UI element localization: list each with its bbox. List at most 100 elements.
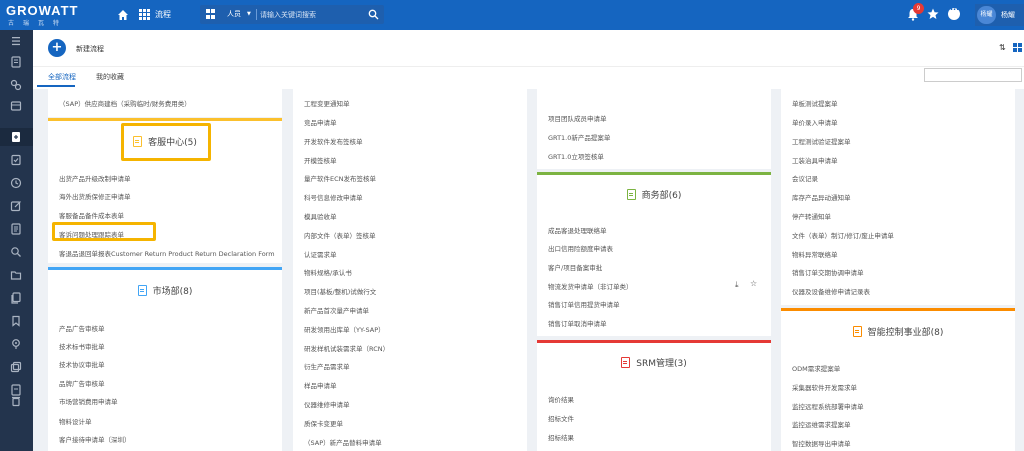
list-item[interactable]: 海外出货质保修正申请单 xyxy=(59,191,131,201)
avatar[interactable]: 杨耀 xyxy=(977,6,996,24)
list-item[interactable]: 监控运维需求提案单 xyxy=(792,419,851,429)
list-item[interactable]: 开发软件发布签核单 xyxy=(304,136,363,146)
list-item[interactable]: 智控数据导出申请单 xyxy=(792,438,851,448)
grid-view-icon[interactable] xyxy=(1013,43,1022,52)
flow-icon[interactable] xyxy=(10,79,22,91)
list-item[interactable]: 量产软件ECN发布签核单 xyxy=(304,173,376,183)
list-item[interactable]: 物料异常联络单 xyxy=(792,249,838,259)
star-icon[interactable] xyxy=(927,8,939,20)
list-item[interactable]: 科号信息修改申请单 xyxy=(304,192,363,202)
chat-icon[interactable] xyxy=(948,5,960,20)
list-item[interactable]: 仪器维修申请单 xyxy=(304,399,350,409)
list-item[interactable]: 销售订单交期协调申请单 xyxy=(792,267,864,277)
list-item[interactable]: 认证需求单 xyxy=(304,249,337,259)
column-3: 项目团队成员申请单 GRT1.0新产品提案单 GRT1.0立项签核单 商务部(6… xyxy=(537,89,771,451)
list-item[interactable]: 出口信用险额度申请表 xyxy=(548,243,613,253)
download-icon[interactable]: ⤓ xyxy=(735,280,744,289)
list-item[interactable]: 客户/项目备案审批 xyxy=(548,262,602,272)
list-item[interactable]: 仪器及设备维修申请记录表 xyxy=(792,286,870,296)
list-item[interactable]: 出货产品升级改制申请单 xyxy=(59,173,131,183)
list-item[interactable]: 招标文件 xyxy=(548,413,574,423)
list-item[interactable]: 研发样机试装需求单（RCN） xyxy=(304,343,389,353)
home-icon[interactable] xyxy=(117,9,129,21)
tab-my-favorites[interactable]: 我的收藏 xyxy=(96,72,124,82)
search-icon[interactable] xyxy=(368,9,379,20)
list-item[interactable]: （SAP）供应商建档（采购临时/财务费用类） xyxy=(59,98,191,108)
list-item[interactable]: GRT1.0立项签核单 xyxy=(548,151,604,161)
list-item[interactable]: 销售订单取消申请单 xyxy=(548,318,607,328)
chevron-down-icon[interactable]: ▼ xyxy=(247,11,251,17)
list-item[interactable]: 会议记录 xyxy=(792,173,818,183)
location-icon[interactable] xyxy=(10,338,22,350)
filter-input[interactable] xyxy=(924,68,1022,82)
bookmark-icon[interactable] xyxy=(10,315,22,327)
list-item[interactable]: 物流发货申请单（非订单类） xyxy=(548,281,633,291)
new-process-icon[interactable] xyxy=(10,131,22,143)
list-item[interactable]: 物料设计单 xyxy=(59,416,92,426)
menu-icon[interactable] xyxy=(10,35,22,47)
list-item[interactable]: 衍生产品需求单 xyxy=(304,361,350,371)
list-item[interactable]: 市场营销费用申请单 xyxy=(59,396,118,406)
search-input[interactable] xyxy=(260,7,360,22)
list-item[interactable]: （SAP）新产品替料申请单 xyxy=(304,437,382,447)
edit-icon[interactable] xyxy=(10,200,22,212)
user-name[interactable]: 杨耀 xyxy=(1001,10,1015,20)
favorite-star-icon[interactable]: ☆ xyxy=(750,279,759,288)
list-item[interactable]: 项目(基板/整机)试做行文 xyxy=(304,286,376,296)
list-item[interactable]: GRT1.0新产品提案单 xyxy=(548,132,610,142)
list-item[interactable]: 竞品申请单 xyxy=(304,117,337,127)
list-item[interactable]: 销售订单信用提货申请单 xyxy=(548,299,620,309)
scrollbar[interactable] xyxy=(1018,89,1024,451)
list-item[interactable]: 模具验收单 xyxy=(304,211,337,221)
list-item[interactable]: 客退品退回单报表Customer Return Product Return D… xyxy=(59,248,275,258)
list-item[interactable]: ODM需求提案单 xyxy=(792,363,840,373)
nav-current-module[interactable]: 流程 xyxy=(155,9,171,20)
list-item[interactable]: 质保卡变更单 xyxy=(304,418,343,428)
sort-icon[interactable]: ⇅ xyxy=(999,43,1006,52)
list-item[interactable]: 项目团队成员申请单 xyxy=(548,113,607,123)
list-item[interactable]: 单价录入申请单 xyxy=(792,117,838,127)
highlight-box xyxy=(121,123,211,161)
list-item[interactable]: 监控远程系统部署申请单 xyxy=(792,401,864,411)
list-item[interactable]: 工程测试验证提案单 xyxy=(792,136,851,146)
list-item[interactable]: 技术协议审批单 xyxy=(59,359,105,369)
copy-icon[interactable] xyxy=(10,361,22,373)
list-item[interactable]: 停产转通知单 xyxy=(792,211,831,221)
archive-icon[interactable] xyxy=(10,100,22,112)
search-scope-select[interactable]: 人员 xyxy=(227,9,241,19)
clock-icon[interactable] xyxy=(10,177,22,189)
folder-icon[interactable] xyxy=(10,269,22,281)
list-item[interactable]: 新产品首次量产申请单 xyxy=(304,305,369,315)
list-item[interactable]: 招标结果 xyxy=(548,432,574,442)
search-doc-icon[interactable] xyxy=(10,246,22,258)
list-item[interactable]: 研发领用出库单（YY-SAP） xyxy=(304,324,385,334)
list-item[interactable]: 技术标书审批单 xyxy=(59,341,105,351)
list-item[interactable]: 客服备品备件成本表单 xyxy=(59,210,124,220)
trash-icon[interactable] xyxy=(10,395,22,407)
list-item[interactable]: 工程变更通知单 xyxy=(304,98,350,108)
list-item[interactable]: 品牌广告审核单 xyxy=(59,378,105,388)
app-grid-icon[interactable] xyxy=(139,9,150,20)
list-item[interactable]: 样品申请单 xyxy=(304,380,337,390)
list-item[interactable]: 文件（表单）制订/修订/废止申请单 xyxy=(792,230,894,240)
document-icon xyxy=(852,326,862,337)
tab-all-processes[interactable]: 全部流程 xyxy=(48,72,76,82)
report-icon[interactable] xyxy=(10,223,22,235)
list-item[interactable]: 内部文件（表单）签核单 xyxy=(304,230,376,240)
document-list-icon[interactable] xyxy=(10,56,22,68)
list-item[interactable]: 物料规格/承认书 xyxy=(304,267,352,277)
list-item[interactable]: 客户接待申请单（深圳） xyxy=(59,434,131,444)
growatt-logo[interactable]: GROWATT 古瑞瓦特 xyxy=(4,3,108,27)
list-item[interactable]: 开模签核单 xyxy=(304,155,337,165)
list-item[interactable]: 单板测试提案单 xyxy=(792,98,838,108)
list-item[interactable]: 库存产品异动通知单 xyxy=(792,192,851,202)
list-item[interactable]: 产品广告审核单 xyxy=(59,323,105,333)
file-stack-icon[interactable] xyxy=(10,292,22,304)
list-item[interactable]: 采集器软件开发需求单 xyxy=(792,382,857,392)
list-item[interactable]: 询价结果 xyxy=(548,394,574,404)
list-item[interactable]: 成品客退处理联络单 xyxy=(548,225,607,235)
user-menu[interactable]: 杨耀 杨耀 xyxy=(975,4,1024,26)
list-item[interactable]: 工装治具申请单 xyxy=(792,155,838,165)
checklist-icon[interactable] xyxy=(10,154,22,166)
notification-badge: 9 xyxy=(913,3,924,14)
